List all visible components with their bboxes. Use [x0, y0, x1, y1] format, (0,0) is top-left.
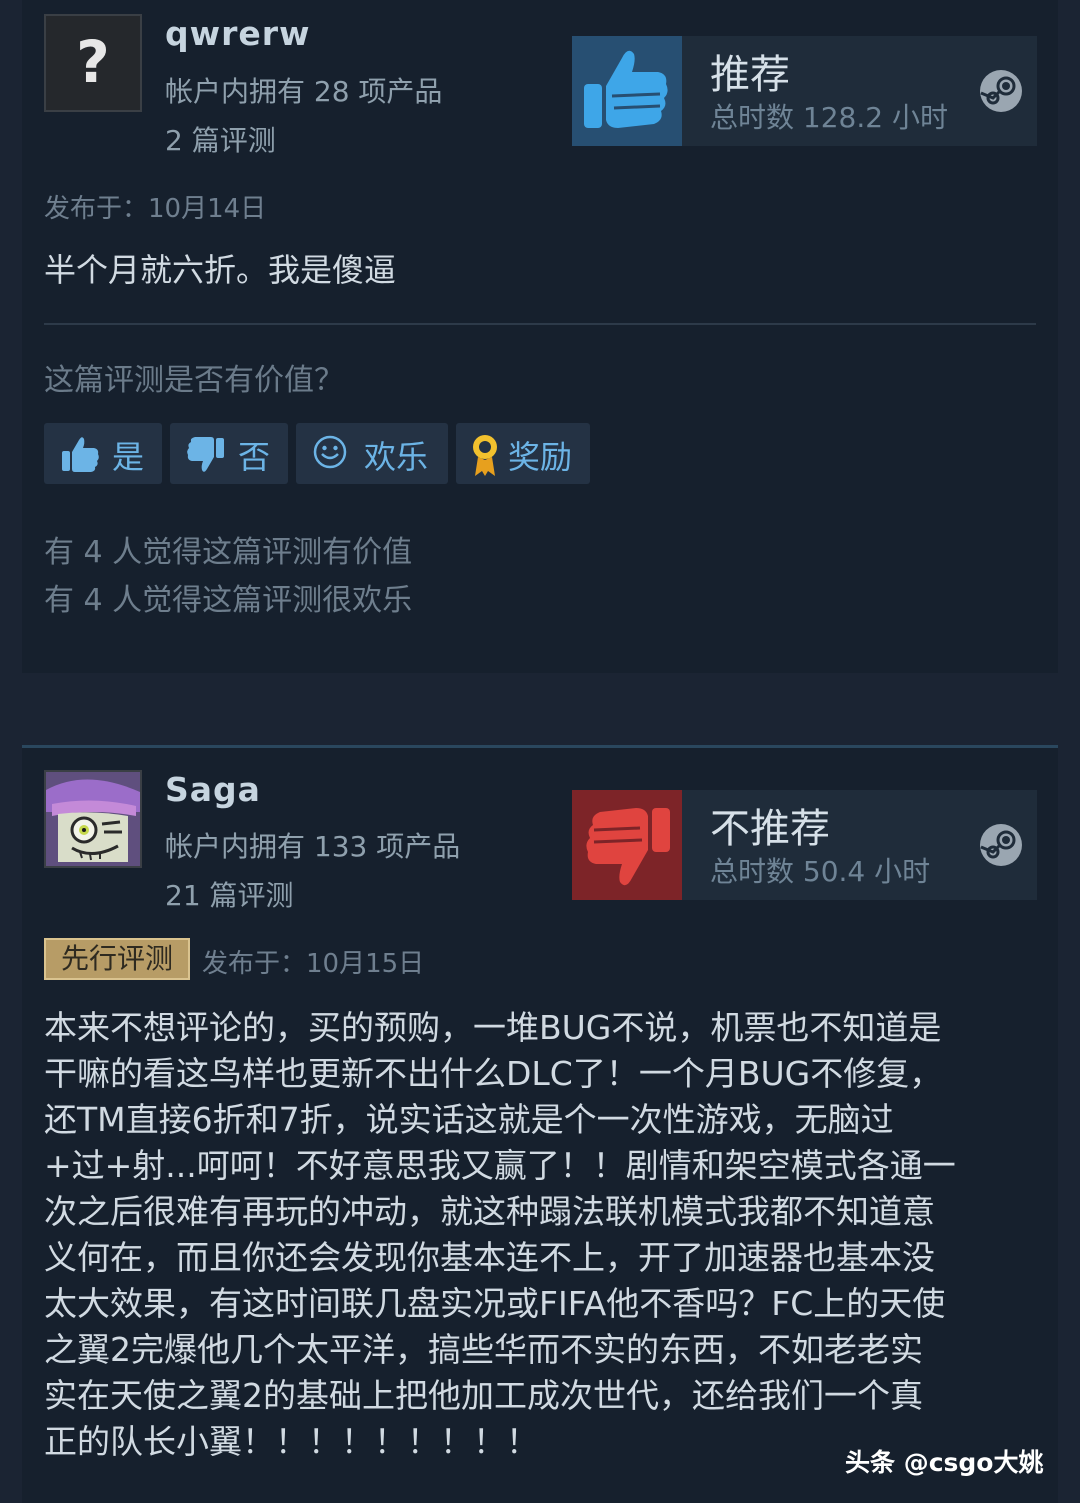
avatar[interactable]: ? [44, 14, 142, 112]
avatar[interactable] [44, 770, 142, 868]
products-owned[interactable]: 帐户内拥有 133 项产品 [165, 825, 460, 865]
steam-logo-icon [980, 824, 1022, 866]
review-line: 还TM直接6折和7折，说实话这就是个一次性游戏，无脑过 [44, 1100, 894, 1139]
review-line: 干嘛的看这鸟样也更新不出什么DLC了！一个月BUG不修复， [44, 1054, 943, 1093]
review-line: 次之后很难有再玩的冲动，就这种蹋法联机模式我都不知道意 [44, 1192, 935, 1231]
watermark: 头条 @csgo大姚 [845, 1448, 1044, 1477]
thumbs-up-icon [572, 36, 682, 146]
divider [44, 323, 1036, 325]
steam-logo-icon [980, 70, 1022, 112]
post-date: 发布于：10月15日 [202, 949, 425, 979]
recommendation-label: 推荐 [710, 52, 790, 98]
vote-no-button[interactable]: 否 [170, 423, 288, 484]
question-mark-icon: ? [76, 28, 110, 96]
thumbs-down-icon [572, 790, 682, 900]
award-label: 奖励 [508, 438, 573, 476]
username[interactable]: Saga [165, 770, 261, 809]
review-line: 之翼2完爆他几个太平洋，搞些华而不实的东西，不如老老实 [44, 1330, 923, 1369]
playtime: 总时数 128.2 小时 [710, 101, 948, 134]
avatar-image [46, 772, 140, 866]
award-button[interactable]: 奖励 [456, 423, 590, 484]
award-ribbon-icon [473, 435, 497, 476]
review-line: 太大效果，有这时间联几盘实况或FIFA他不香吗？FC上的天使 [44, 1284, 946, 1323]
vote-funny-button[interactable]: 欢乐 [296, 423, 448, 484]
username[interactable]: qwrerw [165, 14, 311, 53]
post-date: 发布于：10月14日 [44, 194, 267, 224]
review-card: Saga 帐户内拥有 133 项产品 21 篇评测 不推荐 总时数 50.4 小… [22, 745, 1058, 1503]
early-access-badge: 先行评测 [44, 938, 190, 980]
review-line: 义何在，而且你还会发现你基本连不上，开了加速器也基本没 [44, 1238, 935, 1277]
vote-no-label: 否 [238, 438, 271, 476]
funny-count: 有 4 人觉得这篇评测很欢乐 [44, 583, 413, 618]
review-count[interactable]: 2 篇评测 [165, 119, 276, 159]
review-line: 实在天使之翼2的基础上把他加工成次世代，还给我们一个真 [44, 1376, 923, 1415]
review-text: 本来不想评论的，买的预购，一堆BUG不说，机票也不知道是 干嘛的看这鸟样也更新不… [44, 1005, 1039, 1465]
helpful-question: 这篇评测是否有价值？ [44, 363, 344, 398]
thumbs-down-icon [187, 437, 224, 472]
recommendation-block[interactable]: 推荐 总时数 128.2 小时 [572, 36, 1037, 146]
review-line: +过+射...呵呵！不好意思我又赢了！！剧情和架空模式各通一 [44, 1146, 956, 1185]
thumbs-up-icon [62, 437, 99, 472]
vote-yes-label: 是 [112, 438, 145, 476]
review-line: 本来不想评论的，买的预购，一堆BUG不说，机票也不知道是 [44, 1008, 942, 1047]
vote-yes-button[interactable]: 是 [44, 423, 162, 484]
helpful-count: 有 4 人觉得这篇评测有价值 [44, 535, 413, 570]
products-owned[interactable]: 帐户内拥有 28 项产品 [165, 70, 442, 110]
recommendation-label: 不推荐 [710, 806, 830, 852]
playtime: 总时数 50.4 小时 [710, 855, 931, 888]
review-text: 半个月就六折。我是傻逼 [44, 251, 397, 289]
review-card: ? qwrerw 帐户内拥有 28 项产品 2 篇评测 推荐 总时数 128.2… [22, 0, 1058, 673]
review-count[interactable]: 21 篇评测 [165, 874, 294, 914]
recommendation-block[interactable]: 不推荐 总时数 50.4 小时 [572, 790, 1037, 900]
smiley-icon [313, 435, 347, 469]
vote-funny-label: 欢乐 [364, 438, 429, 476]
